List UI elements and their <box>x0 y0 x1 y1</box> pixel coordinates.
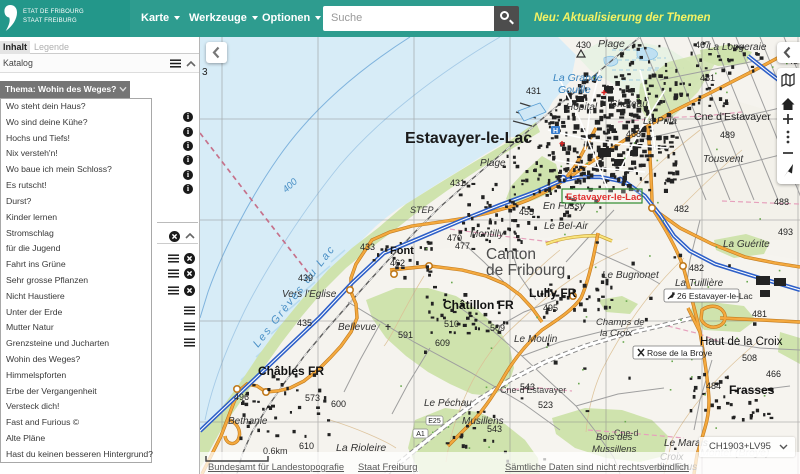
svg-text:466: 466 <box>766 369 781 379</box>
svg-text:Plage: Plage <box>480 158 506 169</box>
svg-text:455: 455 <box>519 207 534 217</box>
svg-text:510: 510 <box>444 319 459 329</box>
svg-text:489: 489 <box>720 130 735 140</box>
svg-text:Champs de: Champs de <box>596 317 645 328</box>
svg-text:de Fribourg: de Fribourg <box>486 262 565 279</box>
svg-text:462: 462 <box>390 258 405 268</box>
svg-text:STEP: STEP <box>410 205 434 215</box>
svg-text:609: 609 <box>435 338 450 348</box>
svg-text:439: 439 <box>298 273 313 283</box>
svg-text:470: 470 <box>447 233 462 243</box>
svg-text:Cne d'Estavayer: Cne d'Estavayer <box>694 111 771 123</box>
svg-text:493: 493 <box>778 227 793 237</box>
svg-text:la Croix: la Croix <box>600 328 633 339</box>
svg-text:496: 496 <box>234 392 249 402</box>
svg-text:Montilly: Montilly <box>470 229 505 240</box>
svg-text:523: 523 <box>538 400 553 410</box>
svg-text:484: 484 <box>706 381 721 391</box>
svg-text:435: 435 <box>297 318 312 328</box>
svg-text:Font: Font <box>390 245 414 257</box>
svg-text:Le Péchau: Le Péchau <box>424 398 472 409</box>
svg-text:Gouille: Gouille <box>558 84 591 96</box>
svg-text:Hôpital: Hôpital <box>566 102 598 113</box>
svg-text:La Longeraie: La Longeraie <box>708 42 767 53</box>
svg-text:543: 543 <box>487 424 502 434</box>
svg-text:482: 482 <box>674 204 689 214</box>
svg-text:495: 495 <box>543 303 558 313</box>
svg-text:Châtillon FR: Châtillon FR <box>443 298 514 312</box>
svg-text:La Grande: La Grande <box>553 72 603 84</box>
svg-text:Le Bugnonet: Le Bugnonet <box>602 270 660 281</box>
svg-text:431: 431 <box>450 178 465 188</box>
svg-text:467: 467 <box>695 40 710 50</box>
svg-text:433: 433 <box>360 242 375 252</box>
svg-text:Haut de la Croix: Haut de la Croix <box>700 336 783 348</box>
svg-text:Rose de la Broye: Rose de la Broye <box>647 348 712 358</box>
svg-text:482: 482 <box>689 263 704 273</box>
svg-text:Estavayer-le-Lac: Estavayer-le-Lac <box>566 192 642 203</box>
svg-text:Bellevue: Bellevue <box>338 322 377 333</box>
svg-text:Le Bel-Air: Le Bel-Air <box>544 221 589 232</box>
svg-text:E25: E25 <box>428 418 441 425</box>
svg-text:600: 600 <box>331 399 346 409</box>
svg-text:509: 509 <box>490 323 505 333</box>
svg-text:431: 431 <box>526 86 541 96</box>
svg-text:Tousvent: Tousvent <box>703 154 744 165</box>
svg-text:508: 508 <box>742 353 757 363</box>
svg-text:Lully FR: Lully FR <box>529 286 577 300</box>
svg-text:573: 573 <box>305 393 320 403</box>
svg-text:Bethanie: Bethanie <box>228 416 268 427</box>
svg-text:610: 610 <box>299 441 314 451</box>
svg-text:468: 468 <box>626 129 641 139</box>
svg-text:A1: A1 <box>416 431 425 438</box>
svg-text:Bois des: Bois des <box>596 432 633 443</box>
svg-text:Châbles FR: Châbles FR <box>258 364 324 378</box>
svg-text:Canton: Canton <box>486 246 536 263</box>
svg-text:591: 591 <box>398 330 413 340</box>
svg-text:26 Estavayer-le-Lac: 26 Estavayer-le-Lac <box>677 291 753 301</box>
svg-text:481: 481 <box>700 73 715 83</box>
svg-text:3: 3 <box>202 67 208 78</box>
svg-text:La Tuillière: La Tuillière <box>675 278 724 289</box>
svg-text:La Prila: La Prila <box>643 116 677 127</box>
svg-text:Estavayer-le-Lac: Estavayer-le-Lac <box>405 130 532 147</box>
svg-text:Château: Château <box>610 99 648 110</box>
svg-text:Le Moulin: Le Moulin <box>514 334 558 345</box>
svg-text:H: H <box>553 128 558 135</box>
svg-text:Frasses: Frasses <box>729 383 775 397</box>
svg-text:488: 488 <box>774 197 789 207</box>
svg-text:481: 481 <box>752 309 767 319</box>
svg-text:La Guérite: La Guérite <box>723 239 770 250</box>
svg-text:Plage: Plage <box>598 38 625 50</box>
svg-text:430: 430 <box>576 40 591 50</box>
svg-text:543: 543 <box>520 382 535 392</box>
